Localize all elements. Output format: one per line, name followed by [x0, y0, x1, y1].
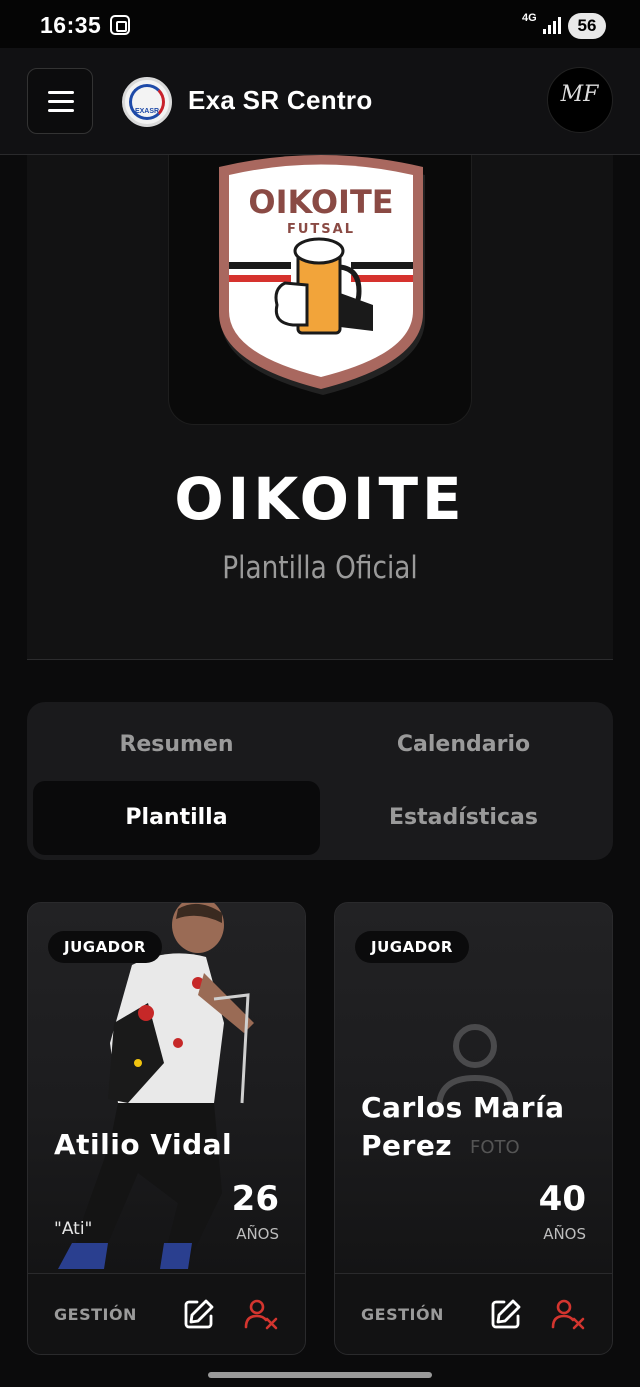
player-age-unit: AÑOS — [543, 1225, 586, 1243]
player-card[interactable]: JUGADOR Atilio Vidal "Ati" 26 AÑOS GESTI… — [27, 902, 306, 1355]
player-age-unit: AÑOS — [236, 1225, 279, 1243]
tab-resumen[interactable]: Resumen — [33, 708, 320, 782]
manage-label: GESTIÓN — [54, 1305, 137, 1324]
crest-sub: FUTSAL — [287, 222, 355, 237]
hamburger-line — [48, 100, 74, 103]
edit-icon[interactable] — [489, 1297, 523, 1331]
network-type: 4G — [522, 12, 537, 24]
player-age: 40 — [538, 1179, 586, 1219]
team-tabs: Resumen Calendario Plantilla Estadística… — [27, 702, 613, 860]
role-badge: JUGADOR — [355, 931, 469, 963]
tab-calendario[interactable]: Calendario — [320, 708, 607, 782]
remove-user-icon[interactable] — [551, 1297, 585, 1331]
signal-icon — [543, 16, 561, 34]
player-nickname: "Ati" — [54, 1219, 93, 1239]
app-title: Exa SR Centro — [188, 85, 373, 115]
card-footer: GESTIÓN — [28, 1273, 305, 1354]
app-header: EXASR Exa SR Centro MF — [0, 48, 640, 155]
status-time: 16:35 — [40, 12, 102, 38]
profile-avatar[interactable]: MF — [547, 67, 613, 133]
player-name: Atilio Vidal — [54, 1128, 233, 1161]
no-photo-label: FOTO — [470, 1137, 520, 1158]
menu-button[interactable] — [27, 68, 93, 134]
role-badge: JUGADOR — [48, 931, 162, 963]
app-logo-text: EXASR — [134, 108, 160, 115]
player-name-line2: Perez — [361, 1129, 453, 1162]
player-age: 26 — [231, 1179, 279, 1219]
team-subtitle: Plantilla Oficial — [222, 550, 418, 586]
edit-icon[interactable] — [182, 1297, 216, 1331]
app-logo: EXASR — [122, 77, 172, 127]
player-card[interactable]: FOTO JUGADOR Carlos María Perez 40 AÑOS … — [334, 902, 613, 1355]
hamburger-line — [48, 109, 74, 112]
remove-user-icon[interactable] — [244, 1297, 278, 1331]
crest-name: OIKOITE — [248, 183, 393, 221]
hamburger-icon — [48, 91, 74, 94]
status-bar: 16:35 4G 56 — [0, 0, 640, 48]
team-hero: OIKOITE FUTSAL OIKOITE Plantilla Oficial — [27, 155, 613, 660]
manage-label: GESTIÓN — [361, 1305, 444, 1324]
profile-initials: MF — [560, 82, 599, 107]
player-name-line1: Carlos María — [361, 1091, 565, 1124]
team-crest-container: OIKOITE FUTSAL — [168, 155, 472, 425]
screenshot-icon — [110, 15, 130, 35]
card-footer: GESTIÓN — [335, 1273, 612, 1354]
team-crest: OIKOITE FUTSAL — [219, 155, 425, 395]
team-name: OIKOITE — [174, 465, 466, 533]
tab-plantilla[interactable]: Plantilla — [33, 781, 320, 855]
tab-estadisticas[interactable]: Estadísticas — [320, 781, 607, 855]
battery-level: 56 — [568, 13, 606, 39]
home-indicator[interactable] — [208, 1372, 432, 1378]
